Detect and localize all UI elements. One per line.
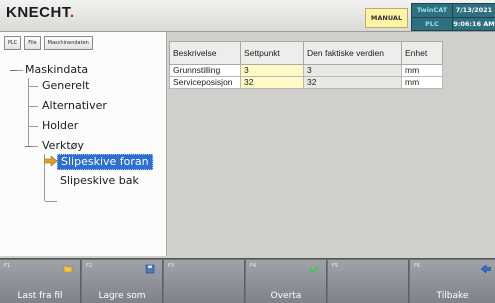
- f5-button[interactable]: F5: [328, 260, 409, 303]
- column-header: Enhet: [401, 41, 443, 65]
- checkmark-icon: [309, 265, 319, 274]
- tree-connector: [29, 106, 38, 107]
- controller-label: PLC: [412, 17, 452, 31]
- table-row: Grunnstilling 3 3 mm: [169, 64, 443, 77]
- navigation-panel: PLC File Maschinendaten Maskindata Gener…: [0, 32, 167, 256]
- table-header-row: Beskrivelse Settpunkt Den faktiske verdi…: [169, 41, 443, 65]
- tree-connector: [29, 86, 38, 87]
- tree-connector: [28, 78, 29, 147]
- folder-icon: [63, 265, 73, 273]
- parameter-panel: Beskrivelse Settpunkt Den faktiske verdi…: [167, 32, 495, 256]
- tree-item-alternativer[interactable]: Alternativer: [42, 99, 107, 113]
- breadcrumb: PLC File Maschinendaten: [4, 36, 93, 50]
- actual-value-cell: 3: [303, 64, 402, 77]
- tree-connector: [45, 201, 57, 202]
- description-cell: Grunnstilling: [169, 64, 241, 77]
- system-label: TwinCAT: [416, 6, 448, 14]
- key-number: F4: [250, 263, 257, 269]
- f4-accept-button[interactable]: F4 Overta: [246, 260, 327, 303]
- column-header: Settpunkt: [240, 41, 304, 65]
- mode-indicator: MANUAL: [365, 8, 408, 28]
- column-header: Den faktiske verdien: [303, 41, 402, 65]
- key-label: Lagre som: [98, 291, 146, 301]
- key-number: F1: [4, 263, 11, 269]
- tree-item-holder[interactable]: Holder: [42, 119, 78, 133]
- table-row: Serviceposisjon 32 32 mm: [169, 76, 443, 89]
- breadcrumb-machine-data[interactable]: Maschinendaten: [43, 36, 93, 50]
- tree-connector: [29, 126, 38, 127]
- column-header: Beskrivelse: [169, 41, 241, 65]
- save-icon: [145, 264, 155, 274]
- key-number: F6: [414, 263, 421, 269]
- datetime-display: 7/13/2021 9:06:16 AM: [452, 3, 495, 31]
- f6-back-button[interactable]: F6 Tilbake: [410, 260, 495, 303]
- arrow-right-icon: [44, 156, 57, 166]
- key-label: Overta: [270, 291, 302, 301]
- plc-status: TwinCAT PLC: [411, 3, 453, 31]
- f2-save-as-button[interactable]: F2 Lagre som: [82, 260, 163, 303]
- function-key-bar: F1 Last fra fil F2 Lagre som F3 F4 Overt…: [0, 258, 495, 303]
- tree-view: Maskindata Generelt Alternativer Holder …: [0, 62, 166, 252]
- tree-connector: [17, 70, 23, 71]
- tree-item-slipeskive-bak[interactable]: Slipeskive bak: [60, 174, 139, 188]
- date-label: 7/13/2021: [455, 6, 493, 14]
- key-label: Tilbake: [436, 291, 469, 301]
- collapse-icon[interactable]: [10, 70, 17, 71]
- description-cell: Serviceposisjon: [169, 76, 241, 89]
- actual-value-cell: 32: [303, 76, 402, 89]
- f1-load-from-file-button[interactable]: F1 Last fra fil: [0, 260, 81, 303]
- header-bar: KNECHT. MANUAL TwinCAT PLC 7/13/2021 9:0…: [0, 0, 495, 32]
- key-number: F5: [332, 263, 339, 269]
- time-label: 9:06:16 AM: [453, 17, 495, 31]
- tree-item-slipeskive-foran[interactable]: Slipeskive foran: [57, 154, 153, 170]
- company-logo: KNECHT.: [6, 4, 75, 21]
- parameter-table: Beskrivelse Settpunkt Den faktiske verdi…: [169, 41, 443, 89]
- key-number: F2: [86, 263, 93, 269]
- unit-cell: mm: [401, 64, 443, 77]
- tree-item-maskindata[interactable]: Maskindata: [25, 63, 88, 77]
- unit-cell: mm: [401, 76, 443, 89]
- tree-item-generelt[interactable]: Generelt: [42, 79, 89, 93]
- setpoint-input[interactable]: 32: [240, 76, 304, 89]
- key-label: Last fra fil: [17, 291, 63, 301]
- breadcrumb-file[interactable]: File: [24, 36, 41, 50]
- back-arrow-icon: [481, 264, 491, 274]
- tree-connector: [32, 146, 38, 147]
- f3-button[interactable]: F3: [164, 260, 245, 303]
- breadcrumb-plc[interactable]: PLC: [4, 36, 22, 50]
- collapse-icon[interactable]: [25, 146, 32, 147]
- setpoint-input[interactable]: 3: [240, 64, 304, 77]
- key-number: F3: [168, 263, 175, 269]
- tree-item-verktoy[interactable]: Verktøy: [42, 139, 84, 153]
